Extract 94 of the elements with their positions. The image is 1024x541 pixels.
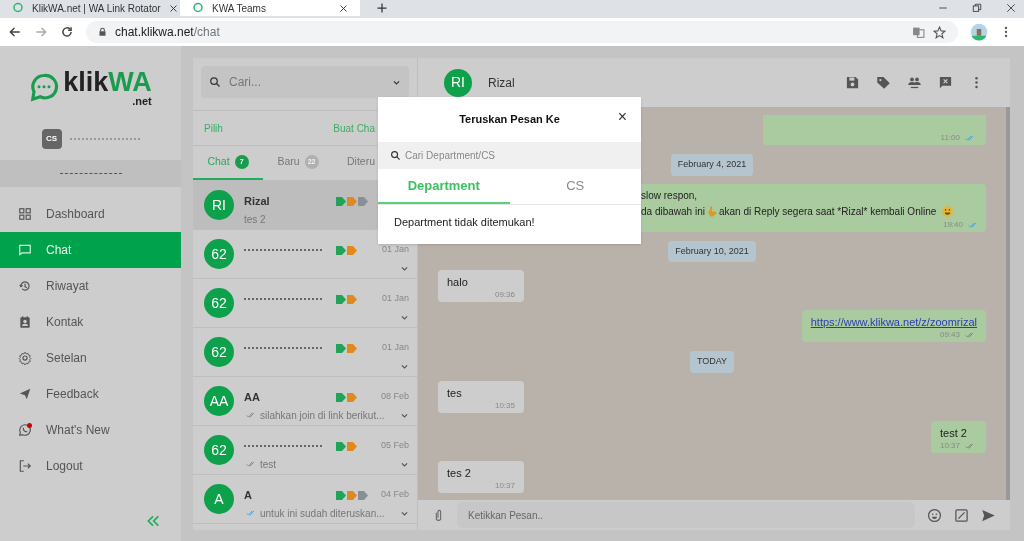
save-icon[interactable] — [845, 75, 860, 90]
message-text: tes 2 — [447, 465, 471, 481]
logo-chat-icon — [29, 73, 60, 103]
message-time: 10:35 — [494, 400, 515, 411]
chat-date: 05 Feb — [380, 439, 409, 453]
message-time: 10:37 — [939, 440, 960, 451]
nav-item[interactable]: Riwayat — [0, 268, 181, 304]
browser-tab[interactable]: KWA Teams — [180, 0, 360, 16]
smiley-icon[interactable] — [927, 507, 942, 523]
message-preview: untuk ini sudah diteruskan... — [260, 506, 385, 521]
grid-icon — [18, 207, 32, 221]
chat-row[interactable]: AA AA 08 Feb silahkan join di link berikut... — [193, 377, 417, 426]
nav-item[interactable]: What's New — [0, 412, 181, 448]
close-chat-icon[interactable] — [938, 75, 953, 90]
chat-row[interactable]: 62 01 Jan — [193, 279, 417, 328]
message-text: test 2 — [939, 425, 967, 441]
message-link[interactable]: https://www.klikwa.net/z/zoomrizal — [810, 314, 977, 330]
nav-item[interactable]: Logout — [0, 448, 181, 484]
nav-item[interactable]: Chat — [0, 232, 181, 268]
search-field[interactable]: Cari Department/CS — [378, 142, 641, 169]
avatar: AA — [204, 386, 234, 416]
close-icon[interactable] — [168, 3, 178, 13]
message-preview: test — [260, 457, 277, 472]
people-icon[interactable] — [907, 75, 922, 90]
restore-icon[interactable] — [972, 3, 982, 13]
chat-row[interactable]: 62 05 Feb test — [193, 426, 417, 475]
contact-name: Rizal — [488, 74, 515, 92]
chat-row[interactable]: A A 04 Feb untuk ini sudah diteruskan... — [193, 475, 417, 524]
nav-item[interactable]: Feedback — [0, 376, 181, 412]
contact-card-icon — [18, 315, 32, 329]
chat-date: 01 Jan — [381, 341, 409, 355]
user-badge: CS — [41, 129, 62, 149]
star-icon[interactable] — [933, 25, 946, 39]
logo-wordmark: klikWA — [63, 69, 152, 96]
avatar: RI — [444, 68, 472, 97]
nav-item[interactable]: Kontak — [0, 304, 181, 340]
dialog-title: Teruskan Pesan Ke — [459, 112, 560, 128]
logo-suffix: .net — [132, 96, 152, 107]
lock-icon — [98, 27, 107, 37]
chat-date: 08 Feb — [380, 390, 409, 404]
phone-bubble-icon — [18, 423, 32, 437]
contact-name: AA — [244, 389, 261, 405]
tab-title: KlikWA.net | WA Link Rotator — [32, 1, 161, 16]
back-icon[interactable] — [8, 25, 22, 39]
avatar: RI — [204, 190, 234, 220]
chat-date: 04 Feb — [380, 488, 409, 502]
chat-date: 01 Jan — [381, 243, 409, 257]
url-text: chat.klikwa.net/chat — [115, 24, 220, 41]
message-input[interactable]: Ketikkan Pesan.. — [457, 502, 915, 528]
message-text: da dibawah ini — [641, 204, 705, 219]
translate-icon[interactable] — [912, 25, 925, 39]
history-icon — [18, 279, 32, 293]
new-tab-icon[interactable] — [376, 2, 388, 14]
slash-box-icon[interactable] — [954, 507, 969, 523]
tag-icon[interactable] — [876, 75, 891, 90]
avatar: 62 — [204, 288, 234, 318]
message-time: 10:37 — [494, 480, 515, 491]
nav-item[interactable]: Dashboard — [0, 196, 181, 232]
settings-icon — [18, 351, 32, 365]
message-text: akan di Reply segera saat *Rizal* kembali Online — [718, 204, 937, 219]
contact-name: Rizal — [244, 193, 271, 209]
avatar: A — [204, 484, 234, 514]
address-bar[interactable]: chat.klikwa.net/chat — [86, 21, 958, 43]
logout-icon — [18, 459, 32, 473]
dialog-tab[interactable]: CS — [509, 169, 641, 204]
search-icon — [209, 76, 221, 88]
chat-date: 01 Jan — [381, 292, 409, 306]
date-chip: February 10, 2021 — [668, 240, 756, 262]
paper-plane-icon — [18, 387, 32, 401]
avatar: 62 — [204, 337, 234, 367]
close-button[interactable]: × — [617, 109, 627, 125]
send-icon[interactable] — [981, 507, 996, 523]
close-icon[interactable] — [1006, 3, 1016, 13]
message-text: halo — [447, 275, 468, 290]
message-time: 09:36 — [494, 290, 515, 300]
nav-item[interactable]: Setelan — [0, 340, 181, 376]
tab-title: KWA Teams — [212, 1, 267, 16]
contact-name: A — [244, 487, 253, 503]
avatar: 62 — [204, 435, 234, 465]
message-preview: silahkan join di link berikut... — [260, 408, 385, 423]
message-time: 19:40 — [942, 219, 963, 230]
message-preview: tes 2 — [244, 212, 266, 227]
avatar: 62 — [204, 239, 234, 269]
smiley-icon — [941, 205, 955, 218]
message-text: slow respon, — [641, 188, 698, 203]
search-field[interactable]: Cari... — [201, 66, 409, 98]
profile-avatar-icon[interactable] — [970, 23, 988, 41]
chat-row[interactable]: 62 01 Jan — [193, 328, 417, 377]
reload-icon[interactable] — [60, 25, 74, 39]
close-icon[interactable] — [339, 3, 348, 13]
date-chip: February 4, 2021 — [670, 154, 754, 176]
date-chip: TODAY — [689, 351, 735, 373]
search-icon — [390, 150, 401, 161]
message-text: tes — [447, 385, 462, 401]
